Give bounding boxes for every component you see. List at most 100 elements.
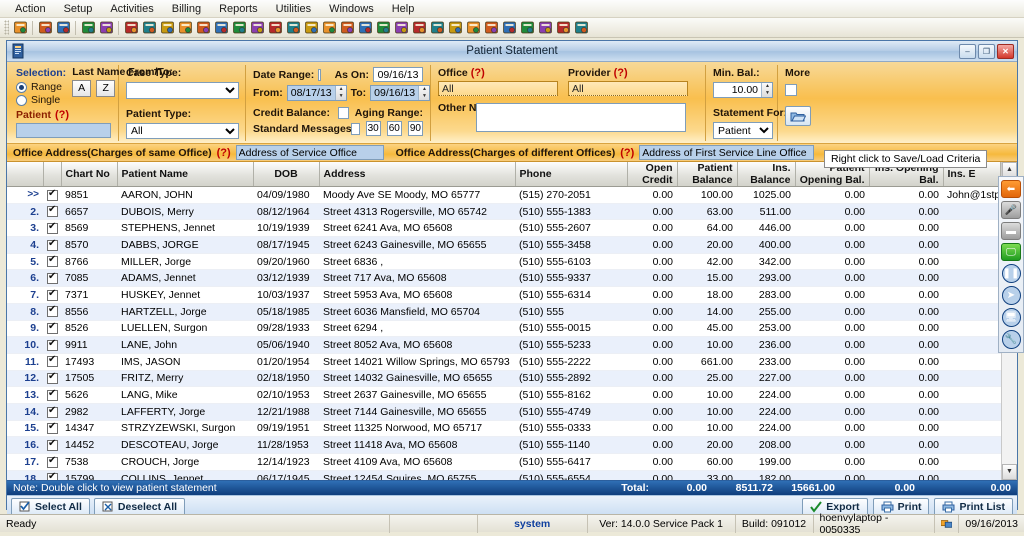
- table-row[interactable]: 9.8526LUELLEN, Surgon09/28/1933Street 62…: [7, 320, 1001, 337]
- table-row[interactable]: 10.9911LANE, John05/06/1940Street 8052 A…: [7, 337, 1001, 354]
- report-icon[interactable]: [338, 19, 356, 37]
- tools-icon[interactable]: 🔧: [1002, 330, 1021, 349]
- claim-icon[interactable]: [176, 19, 194, 37]
- row-checkbox-icon[interactable]: [47, 473, 58, 480]
- document-edit-icon[interactable]: [446, 19, 464, 37]
- bar-chart-icon[interactable]: [500, 19, 518, 37]
- range-radio[interactable]: [16, 82, 27, 93]
- aging-30-box[interactable]: 30: [366, 121, 381, 136]
- col-chart-no[interactable]: Chart No: [61, 162, 117, 187]
- row-checkbox[interactable]: [43, 303, 61, 320]
- more-checkbox[interactable]: [785, 84, 797, 96]
- provider-value[interactable]: All: [568, 81, 688, 96]
- menu-item-utilities[interactable]: Utilities: [267, 2, 320, 16]
- row-checkbox-icon[interactable]: [47, 390, 58, 401]
- table-row[interactable]: 18.15799COLLINS, Jennet06/17/1945Street …: [7, 470, 1001, 480]
- patient-icon[interactable]: [11, 19, 29, 37]
- remote-desktop-icon[interactable]: 🖥: [1002, 308, 1021, 327]
- row-checkbox-icon[interactable]: [47, 273, 58, 284]
- patient-help-icon[interactable]: (?): [55, 109, 69, 121]
- video-camera-icon[interactable]: ▬: [1001, 222, 1021, 240]
- scheduler-icon[interactable]: [302, 19, 320, 37]
- table-row[interactable]: 2.6657DUBOIS, Merry08/12/1964Street 4313…: [7, 203, 1001, 220]
- to-date-spinner[interactable]: 09/16/13 ▲▼: [370, 85, 430, 101]
- same-office-input[interactable]: [236, 145, 384, 160]
- monitor-icon[interactable]: [518, 19, 536, 37]
- lock-icon[interactable]: [554, 19, 572, 37]
- row-checkbox[interactable]: [43, 403, 61, 420]
- appointment-icon[interactable]: [230, 19, 248, 37]
- appointment-find-icon[interactable]: [266, 19, 284, 37]
- grid-icon[interactable]: [464, 19, 482, 37]
- other-note-input[interactable]: [476, 103, 686, 132]
- case-type-select[interactable]: [126, 82, 239, 99]
- row-checkbox[interactable]: [43, 187, 61, 204]
- microphone-icon[interactable]: 🎤: [1001, 201, 1021, 219]
- date-range-checkbox[interactable]: [318, 69, 320, 81]
- row-checkbox[interactable]: [43, 337, 61, 354]
- pause-icon[interactable]: ❚❚: [1002, 264, 1021, 283]
- deselect-all-button[interactable]: Deselect All: [94, 498, 185, 516]
- table-row[interactable]: 12.17505FRITZ, Merry02/18/1950Street 140…: [7, 370, 1001, 387]
- alert-icon[interactable]: [320, 19, 338, 37]
- lab-flask-icon[interactable]: [140, 19, 158, 37]
- toolbar-grip[interactable]: [4, 20, 9, 35]
- single-radio[interactable]: [16, 95, 27, 106]
- table-row[interactable]: 4.8570DABBS, JORGE08/17/1945Street 6243 …: [7, 237, 1001, 254]
- grid-blue-icon[interactable]: [482, 19, 500, 37]
- row-checkbox-icon[interactable]: [47, 306, 58, 317]
- row-checkbox-icon[interactable]: [47, 407, 58, 418]
- row-checkbox-icon[interactable]: [47, 340, 58, 351]
- min-bal-arrows[interactable]: ▲▼: [761, 83, 772, 97]
- col-check[interactable]: [43, 162, 61, 187]
- table-row[interactable]: 13.5626LANG, Mike02/10/1953Street 2637 G…: [7, 387, 1001, 404]
- payment-list-icon[interactable]: [212, 19, 230, 37]
- col-address[interactable]: Address: [319, 162, 515, 187]
- menu-item-billing[interactable]: Billing: [163, 2, 210, 16]
- row-checkbox[interactable]: [43, 220, 61, 237]
- patient-input[interactable]: [16, 123, 111, 138]
- table-row[interactable]: 8.8556HARTZELL, Jorge05/18/1985Street 60…: [7, 303, 1001, 320]
- table-row[interactable]: 15.14347STRZYZEWSKI, Surgon09/19/1951Str…: [7, 420, 1001, 437]
- row-checkbox[interactable]: [43, 437, 61, 454]
- as-on-input[interactable]: [373, 67, 423, 82]
- folder-open-icon[interactable]: [79, 19, 97, 37]
- row-checkbox[interactable]: [43, 203, 61, 220]
- row-checkbox[interactable]: [43, 387, 61, 404]
- key-icon[interactable]: [572, 19, 590, 37]
- row-checkbox[interactable]: [43, 470, 61, 480]
- row-checkbox[interactable]: [43, 270, 61, 287]
- close-button[interactable]: ✕: [997, 44, 1014, 59]
- menu-item-action[interactable]: Action: [6, 2, 55, 16]
- col-ins-balance[interactable]: Ins. Balance: [737, 162, 795, 187]
- row-checkbox[interactable]: [43, 287, 61, 304]
- payment-icon[interactable]: [194, 19, 212, 37]
- folder-edit-icon[interactable]: [97, 19, 115, 37]
- table-row[interactable]: 16.14452DESCOTEAU, Jorge11/28/1953Street…: [7, 437, 1001, 454]
- office-help-icon[interactable]: (?): [471, 67, 485, 79]
- row-checkbox-icon[interactable]: [47, 457, 58, 468]
- col-open-credit[interactable]: Open Credit: [627, 162, 677, 187]
- patient-type-select[interactable]: All: [126, 123, 239, 140]
- row-checkbox[interactable]: [43, 237, 61, 254]
- insurance-icon[interactable]: [158, 19, 176, 37]
- menu-item-activities[interactable]: Activities: [101, 2, 162, 16]
- menu-item-help[interactable]: Help: [383, 2, 424, 16]
- row-checkbox-icon[interactable]: [47, 240, 58, 251]
- statement-for-select[interactable]: Patient: [713, 122, 773, 139]
- to-letter-button[interactable]: Z: [96, 80, 115, 97]
- diff-office-help-icon[interactable]: (?): [620, 147, 634, 159]
- status-connection-icon[interactable]: [935, 515, 959, 533]
- window-title-bar[interactable]: Patient Statement – ❐ ✕: [7, 41, 1017, 62]
- back-arrow-icon[interactable]: ⬅: [1001, 180, 1021, 198]
- aging-60-box[interactable]: 60: [387, 121, 402, 136]
- menu-item-windows[interactable]: Windows: [320, 2, 383, 16]
- menu-item-reports[interactable]: Reports: [210, 2, 267, 16]
- print-list-button[interactable]: Print List: [934, 498, 1013, 516]
- to-date-arrows[interactable]: ▲▼: [418, 86, 429, 100]
- col-select[interactable]: [7, 162, 43, 187]
- cursor-icon[interactable]: ➤: [1002, 286, 1021, 305]
- provider-help-icon[interactable]: (?): [614, 67, 628, 79]
- row-checkbox[interactable]: [43, 320, 61, 337]
- table-row[interactable]: 14.2982LAFFERTY, Jorge12/21/1988Street 7…: [7, 403, 1001, 420]
